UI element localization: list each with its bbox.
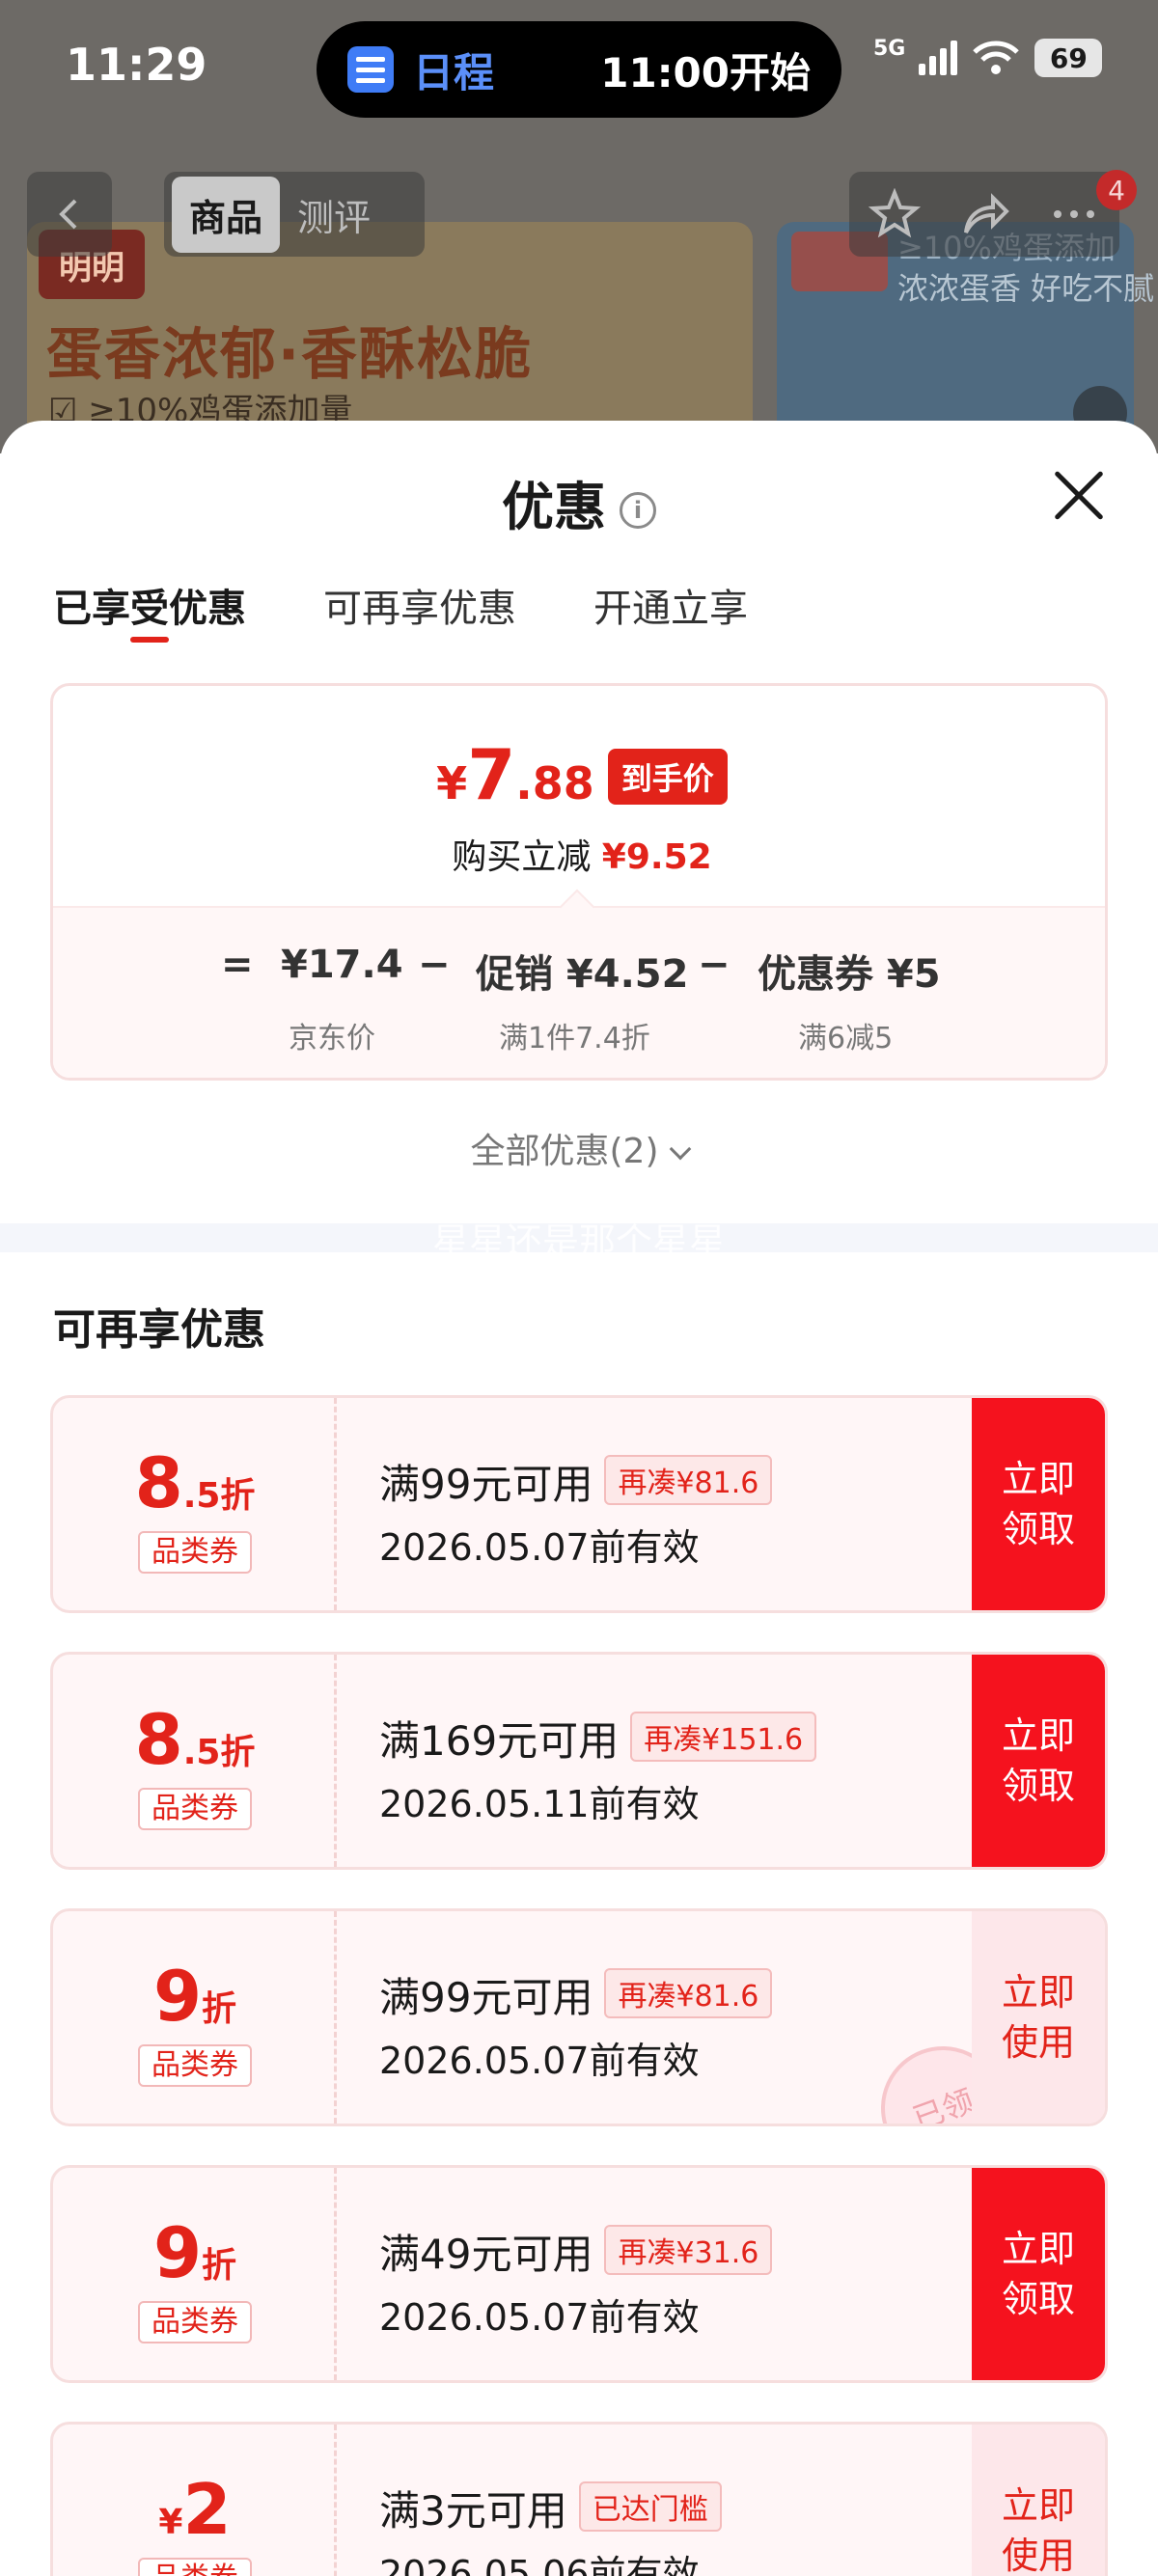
final-price-tag: 到手价 — [607, 749, 728, 805]
coupon-type: 品类券 — [138, 2301, 252, 2343]
coupon-type: 品类券 — [138, 1531, 252, 1574]
coupon-gap-tag: 已达门槛 — [578, 2481, 722, 2532]
instant-discount-value: ¥9.52 — [601, 837, 712, 877]
calendar-icon — [347, 46, 394, 93]
coupon-validity: 2026.05.06前有效 — [379, 2553, 700, 2576]
coupon-value: 9折 — [152, 2212, 237, 2293]
coupon-gap-tag: 再凑¥81.6 — [604, 1968, 773, 2018]
tab-review[interactable]: 测评 — [280, 177, 388, 253]
coupon-gap-tag: 再凑¥151.6 — [630, 1712, 817, 1762]
status-time: 11:29 — [66, 39, 207, 91]
coupon-validity: 2026.05.07前有效 — [379, 1526, 700, 1569]
coupon-value: 8.5折 — [134, 1442, 256, 1523]
banner-slogan: 蛋香浓郁·香酥松脆 — [46, 321, 534, 387]
equals-sign: = — [221, 943, 254, 987]
minus-sign: − — [418, 943, 451, 987]
sheet-title-text: 优惠 — [502, 477, 606, 537]
tab-product[interactable]: 商品 — [172, 176, 281, 253]
share-icon[interactable] — [958, 188, 1010, 240]
info-icon[interactable]: i — [620, 492, 656, 530]
coupon-card: ¥2 品类券 满3元可用已达门槛 2026.05.06前有效 立即使用 — [50, 2422, 1108, 2576]
coupon-validity: 2026.05.07前有效 — [379, 2040, 700, 2082]
promo-discount-label: 满1件7.4折 — [499, 1022, 650, 1055]
status-indicators: 5G 69 — [873, 36, 1103, 77]
price-value: ¥7.88 — [436, 734, 594, 815]
instant-discount: 购买立减 ¥9.52 — [452, 837, 712, 877]
coupon-condition: 满169元可用 再凑¥151.6 — [379, 1709, 817, 1768]
discount-tabs: 已享受优惠 可再享优惠 开通立享 — [53, 577, 825, 643]
banner-right-line2: 浓浓蛋香 好吃不腻 — [897, 270, 1155, 307]
network-type: 5G — [873, 36, 906, 61]
coupon-condition: 满49元可用 再凑¥31.6 — [379, 2222, 773, 2281]
dynamic-island[interactable]: 日程 11:00开始 — [317, 21, 841, 118]
coupon-card: 8.5折 品类券 满169元可用 再凑¥151.6 2026.05.11前有效 立… — [50, 1652, 1108, 1870]
claim-button[interactable]: 立即领取 — [972, 1398, 1105, 1610]
wifi-icon — [973, 41, 1020, 74]
watermark: 星星还是那个星星 — [431, 1220, 726, 1263]
coupon-validity: 2026.05.07前有效 — [379, 2296, 700, 2339]
chevron-down-icon — [669, 1137, 691, 1161]
all-discounts-toggle[interactable]: 全部优惠(2) — [0, 1123, 1158, 1173]
back-button[interactable] — [27, 172, 112, 257]
claim-button[interactable]: 立即领取 — [972, 1655, 1105, 1867]
coupon-discount-label: 满6减5 — [798, 1022, 894, 1055]
island-label: 日程 — [413, 48, 495, 96]
jd-price: ¥17.4 — [281, 943, 403, 987]
coupon-condition: 满3元可用 已达门槛 — [379, 2479, 722, 2537]
chevron-left-icon — [59, 199, 77, 230]
coupon-value: 8.5折 — [134, 1699, 256, 1780]
coupon-value: 9折 — [152, 1956, 237, 2037]
product-nav-actions — [849, 172, 1119, 257]
coupon-discount: 优惠券 ¥5 — [758, 952, 941, 997]
notification-badge: 4 — [1096, 170, 1137, 210]
section-title: 可再享优惠 — [53, 1305, 265, 1355]
signal-icon — [919, 41, 958, 75]
price-breakdown: = ¥17.4 京东价 − 促销 ¥4.52 满1件7.4折 − 优惠券 ¥5 … — [53, 906, 1105, 1078]
coupon-card: 9折 品类券 满99元可用 再凑¥81.6 2026.05.07前有效 已领 立即… — [50, 1908, 1108, 2126]
tab-enjoyed-discounts[interactable]: 已享受优惠 — [53, 577, 246, 643]
coupon-gap-tag: 再凑¥31.6 — [604, 2225, 773, 2275]
coupon-type: 品类券 — [138, 1788, 252, 1830]
close-icon[interactable] — [1052, 469, 1106, 523]
tab-activate-discounts[interactable]: 开通立享 — [593, 577, 748, 633]
tab-more-discounts[interactable]: 可再享优惠 — [323, 577, 516, 633]
coupon-condition: 满99元可用 再凑¥81.6 — [379, 1452, 773, 1511]
coupon-gap-tag: 再凑¥81.6 — [604, 1455, 773, 1505]
coupon-card: 9折 品类券 满49元可用 再凑¥31.6 2026.05.07前有效 立即领取 — [50, 2165, 1108, 2383]
coupon-type: 品类券 — [138, 2558, 252, 2576]
coupon-condition: 满99元可用 再凑¥81.6 — [379, 1965, 773, 2024]
jd-price-label: 京东价 — [289, 1022, 375, 1055]
coupon-card: 8.5折 品类券 满99元可用 再凑¥81.6 2026.05.07前有效 立即领… — [50, 1395, 1108, 1613]
claim-button[interactable]: 立即领取 — [972, 2168, 1105, 2380]
star-icon[interactable] — [868, 188, 921, 240]
promo-discount: 促销 ¥4.52 — [476, 952, 689, 997]
island-time: 11:00开始 — [600, 48, 811, 96]
coupon-value: ¥2 — [158, 2469, 232, 2550]
final-price-card: ¥7.88 到手价 购买立减 ¥9.52 = ¥17.4 京东价 − 促销 ¥4.… — [50, 683, 1108, 1081]
product-nav-tabs: 商品 测评 — [164, 172, 425, 257]
sheet-title: 优惠 i — [0, 464, 1158, 540]
use-button[interactable]: 立即使用 — [972, 2425, 1105, 2576]
more-icon[interactable] — [1048, 188, 1100, 240]
coupon-type: 品类券 — [138, 2044, 252, 2087]
battery-icon: 69 — [1034, 39, 1103, 77]
minus-sign: − — [698, 943, 731, 987]
use-button[interactable]: 立即使用 — [972, 1911, 1105, 2124]
discount-sheet: 优惠 i 已享受优惠 可再享优惠 开通立享 ¥7.88 到手价 购买立减 ¥9.52… — [0, 421, 1158, 2576]
final-price: ¥7.88 到手价 — [53, 734, 1105, 815]
coupon-validity: 2026.05.11前有效 — [379, 1783, 700, 1825]
